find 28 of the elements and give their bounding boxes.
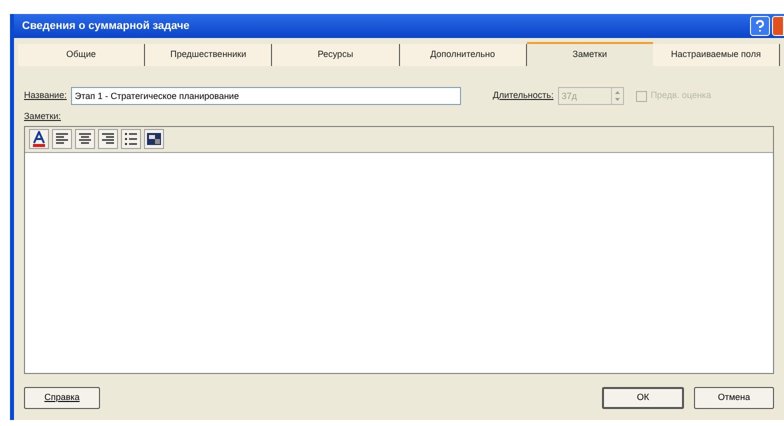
tab[interactable]: Ресурсы — [272, 44, 400, 66]
align-center-icon — [78, 132, 92, 146]
duration-label: Длительность: — [492, 89, 554, 102]
ok-button[interactable]: ОК — [602, 387, 684, 409]
close-button[interactable] — [772, 16, 784, 36]
window-title: Сведения о суммарной задаче — [22, 18, 190, 34]
toolbar-button[interactable] — [121, 129, 141, 149]
help-title-button[interactable] — [750, 16, 770, 36]
toolbar-button[interactable] — [98, 129, 118, 149]
toolbar-button[interactable] — [75, 129, 95, 149]
tab[interactable]: Настраиваемые поля — [652, 44, 780, 66]
help-icon — [755, 20, 765, 32]
name-field[interactable]: Этап 1 - Стратегическое планирование — [70, 87, 461, 105]
toolbar-button[interactable] — [29, 129, 49, 149]
tab[interactable]: Общие — [18, 44, 146, 66]
name-label: Название: — [24, 89, 67, 102]
bullet-list-icon — [124, 132, 138, 146]
tab[interactable]: Предшественники — [145, 44, 272, 66]
font-color-icon — [32, 131, 46, 147]
toolbar-button[interactable] — [52, 129, 72, 149]
align-right-icon — [101, 132, 115, 146]
help-button[interactable]: Справка — [24, 387, 100, 409]
notes-label: Заметки: — [24, 110, 62, 123]
cancel-button[interactable]: Отмена — [694, 387, 774, 409]
tab[interactable]: Дополнительно — [400, 44, 527, 66]
align-left-icon — [55, 132, 69, 146]
insert-object-icon — [146, 132, 162, 146]
toolbar-button[interactable] — [144, 129, 164, 149]
